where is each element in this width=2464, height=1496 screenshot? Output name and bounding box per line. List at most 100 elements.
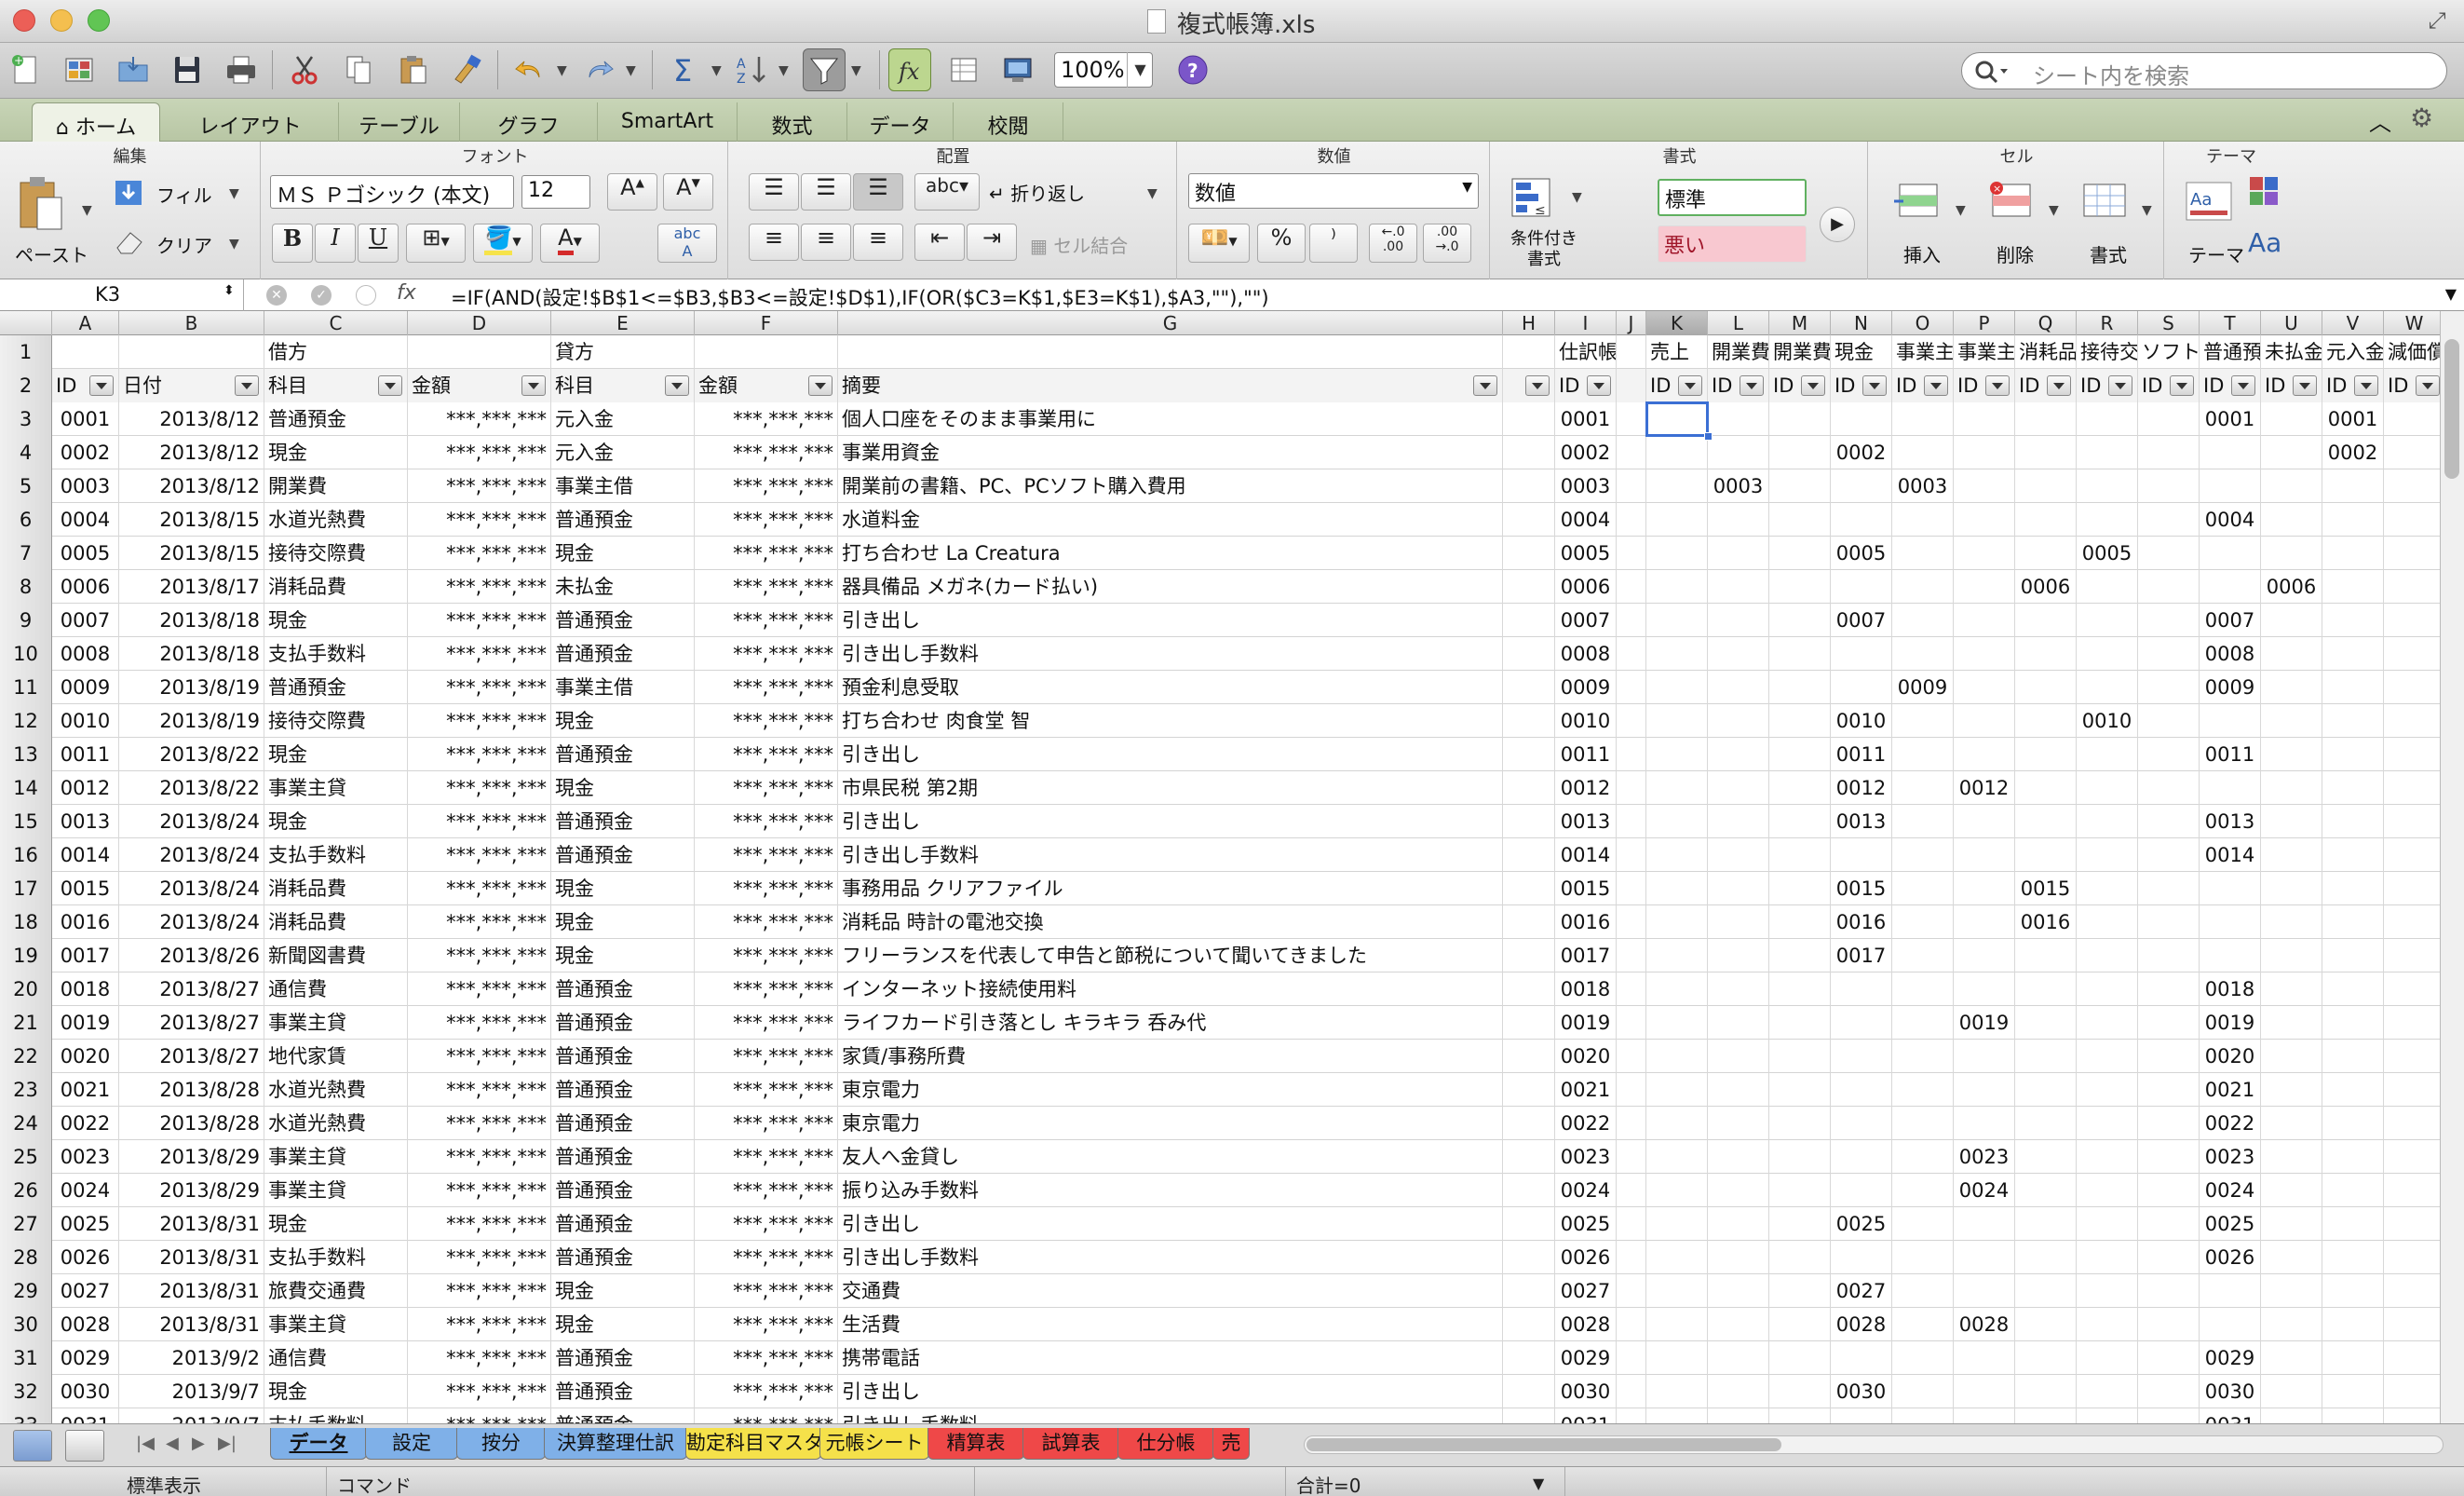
cell-debit-account[interactable]: 普通預金 — [264, 671, 408, 704]
font-name-select[interactable]: ＭＳ Ｐゴシック (本文) — [270, 175, 514, 209]
cell-j[interactable] — [1617, 771, 1646, 805]
cell-k[interactable] — [1646, 637, 1708, 671]
cell-q[interactable] — [2015, 1107, 2077, 1140]
cell-n[interactable] — [1831, 1073, 1892, 1107]
cell-o[interactable] — [1892, 637, 1954, 671]
cell-debit-account[interactable]: 支払手数料 — [264, 838, 408, 872]
cell-q[interactable] — [2015, 805, 2077, 838]
cell-l[interactable] — [1708, 503, 1769, 537]
cell-journal-id[interactable]: 0030 — [1555, 1375, 1617, 1408]
cell-s[interactable] — [2138, 1408, 2200, 1423]
cell-o[interactable]: 0003 — [1892, 469, 1954, 503]
cell-credit-amount[interactable]: ***,***,*** — [695, 1241, 838, 1274]
cell-m[interactable] — [1769, 537, 1831, 570]
cell-n[interactable]: 0012 — [1831, 771, 1892, 805]
cell-m[interactable] — [1769, 637, 1831, 671]
row-header[interactable]: 14 — [0, 771, 52, 805]
cell-m[interactable] — [1769, 1174, 1831, 1207]
cell-debit-amount[interactable]: ***,***,*** — [408, 604, 551, 637]
cell-l[interactable] — [1708, 671, 1769, 704]
cell-q[interactable] — [2015, 1073, 2077, 1107]
cell-m[interactable] — [1769, 604, 1831, 637]
cell-m[interactable] — [1769, 1006, 1831, 1040]
cell-credit-account[interactable]: 普通預金 — [551, 738, 695, 771]
cell-h[interactable] — [1503, 637, 1555, 671]
header1-cell-k[interactable]: 売上 — [1646, 335, 1708, 369]
align-left-button[interactable]: ≡ — [749, 224, 799, 261]
filter-dropdown-icon[interactable] — [1801, 375, 1825, 396]
cell-u[interactable] — [2261, 1174, 2322, 1207]
header1-cell-m[interactable]: 開業費 — [1769, 335, 1831, 369]
header1-cell-c[interactable]: 借方 — [264, 335, 408, 369]
cell-t[interactable] — [2200, 905, 2261, 939]
cell-s[interactable] — [2138, 503, 2200, 537]
theme-fonts-icon[interactable]: Aa — [2248, 227, 2281, 258]
header2-cell-u[interactable]: ID — [2261, 369, 2322, 402]
formula-builder-icon[interactable]: fx — [888, 48, 931, 91]
cell-description[interactable]: 引き出し手数料 — [838, 1241, 1503, 1274]
cell-id[interactable]: 0021 — [52, 1073, 119, 1107]
cell-description[interactable]: 東京電力 — [838, 1073, 1503, 1107]
cell-u[interactable] — [2261, 939, 2322, 972]
minimize-window-button[interactable] — [50, 9, 73, 32]
cell-s[interactable] — [2138, 1040, 2200, 1073]
column-header-n[interactable]: N — [1831, 311, 1892, 335]
cell-p[interactable] — [1954, 1375, 2015, 1408]
cell-l[interactable] — [1708, 1073, 1769, 1107]
cell-s[interactable] — [2138, 671, 2200, 704]
column-header-q[interactable]: Q — [2015, 311, 2077, 335]
cell-credit-amount[interactable]: ***,***,*** — [695, 637, 838, 671]
cell-j[interactable] — [1617, 604, 1646, 637]
cell-description[interactable]: 生活費 — [838, 1308, 1503, 1341]
cell-s[interactable] — [2138, 905, 2200, 939]
style-bad[interactable]: 悪い — [1658, 225, 1807, 263]
column-header-t[interactable]: T — [2200, 311, 2261, 335]
cell-n[interactable]: 0017 — [1831, 939, 1892, 972]
cell-description[interactable]: 水道料金 — [838, 503, 1503, 537]
cell-o[interactable] — [1892, 838, 1954, 872]
cell-v[interactable] — [2322, 939, 2384, 972]
cell-debit-account[interactable]: 現金 — [264, 436, 408, 469]
cell-h[interactable] — [1503, 738, 1555, 771]
formula-cancel-icon[interactable]: ✕ — [266, 285, 287, 306]
cell-p[interactable] — [1954, 838, 2015, 872]
cell-j[interactable] — [1617, 671, 1646, 704]
fill-down-icon[interactable] — [114, 179, 145, 207]
cell-t[interactable]: 0022 — [2200, 1107, 2261, 1140]
cell-m[interactable] — [1769, 436, 1831, 469]
cell-description[interactable]: 個人口座をそのまま事業用に — [838, 402, 1503, 436]
cell-k[interactable] — [1646, 1241, 1708, 1274]
cell-j[interactable] — [1617, 436, 1646, 469]
cell-m[interactable] — [1769, 972, 1831, 1006]
cell-date[interactable]: 2013/8/27 — [119, 1040, 264, 1073]
cell-o[interactable] — [1892, 972, 1954, 1006]
cell-debit-account[interactable]: 支払手数料 — [264, 1241, 408, 1274]
cell-s[interactable] — [2138, 1207, 2200, 1241]
cell-o[interactable] — [1892, 1174, 1954, 1207]
cell-id[interactable]: 0001 — [52, 402, 119, 436]
cell-t[interactable]: 0011 — [2200, 738, 2261, 771]
row-header[interactable]: 27 — [0, 1207, 52, 1241]
row-header[interactable]: 20 — [0, 972, 52, 1006]
header2-cell-t[interactable]: ID — [2200, 369, 2261, 402]
sheet-tab[interactable]: 設定 — [365, 1428, 458, 1460]
cell-p[interactable] — [1954, 1408, 2015, 1423]
cell-l[interactable] — [1708, 1375, 1769, 1408]
cell-k[interactable] — [1646, 537, 1708, 570]
cell-u[interactable] — [2261, 1375, 2322, 1408]
cell-date[interactable]: 2013/8/29 — [119, 1174, 264, 1207]
sheet-tab[interactable]: 按分 — [456, 1428, 546, 1460]
cell-w[interactable] — [2384, 771, 2440, 805]
cell-journal-id[interactable]: 0009 — [1555, 671, 1617, 704]
cell-credit-amount[interactable]: ***,***,*** — [695, 402, 838, 436]
cell-n[interactable]: 0002 — [1831, 436, 1892, 469]
cell-date[interactable]: 2013/8/15 — [119, 503, 264, 537]
cell-p[interactable] — [1954, 738, 2015, 771]
cell-s[interactable] — [2138, 637, 2200, 671]
cell-l[interactable] — [1708, 604, 1769, 637]
accounting-format-button[interactable]: 💴▼ — [1188, 224, 1250, 263]
cell-description[interactable]: フリーランスを代表して申告と節税について聞いてきました — [838, 939, 1503, 972]
cell-s[interactable] — [2138, 1107, 2200, 1140]
insert-cells-icon[interactable] — [1892, 179, 1950, 225]
cell-j[interactable] — [1617, 1241, 1646, 1274]
